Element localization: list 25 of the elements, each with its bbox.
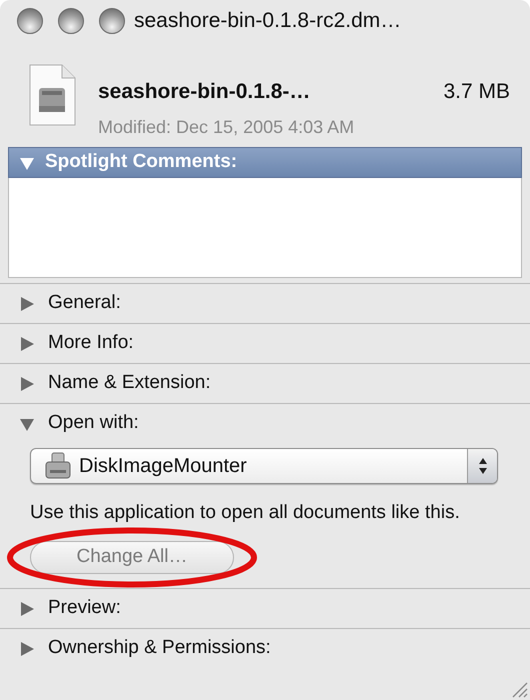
section-label[interactable]: Ownership & Permissions:	[48, 634, 271, 663]
resize-grip-icon[interactable]	[510, 680, 528, 698]
disk-image-file-icon	[28, 64, 76, 126]
disclosure-triangle-icon[interactable]	[19, 376, 35, 392]
window-control-button[interactable]	[17, 8, 43, 34]
disk-drive-icon	[43, 451, 73, 481]
description-text: Use this application to open all documents like this.	[30, 501, 461, 525]
section-label[interactable]: Open with:	[48, 409, 139, 438]
application-popup[interactable]: DiskImageMounter	[30, 448, 498, 484]
window-control-button[interactable]	[99, 8, 125, 34]
section-label[interactable]: Name & Extension:	[48, 369, 211, 398]
section-label[interactable]: General:	[48, 289, 121, 318]
file-name: seashore-bin-0.1.8-…	[98, 79, 310, 105]
disclosure-triangle-icon[interactable]	[19, 336, 35, 352]
comments-field[interactable]	[8, 178, 522, 278]
window-title: seashore-bin-0.1.8-rc2.dm…	[134, 8, 402, 34]
up-down-arrows-icon	[478, 457, 488, 475]
modified-date: Modified: Dec 15, 2005 4:03 AM	[98, 116, 356, 138]
section-label[interactable]: More Info:	[48, 329, 134, 358]
file-size: 3.7 MB	[443, 79, 510, 105]
disclosure-triangle-icon[interactable]	[19, 296, 35, 312]
section-label[interactable]: Preview:	[48, 594, 121, 623]
disclosure-triangle-icon[interactable]	[19, 600, 35, 616]
disclosure-triangle-icon[interactable]	[19, 640, 35, 656]
window-control-button[interactable]	[58, 8, 84, 34]
